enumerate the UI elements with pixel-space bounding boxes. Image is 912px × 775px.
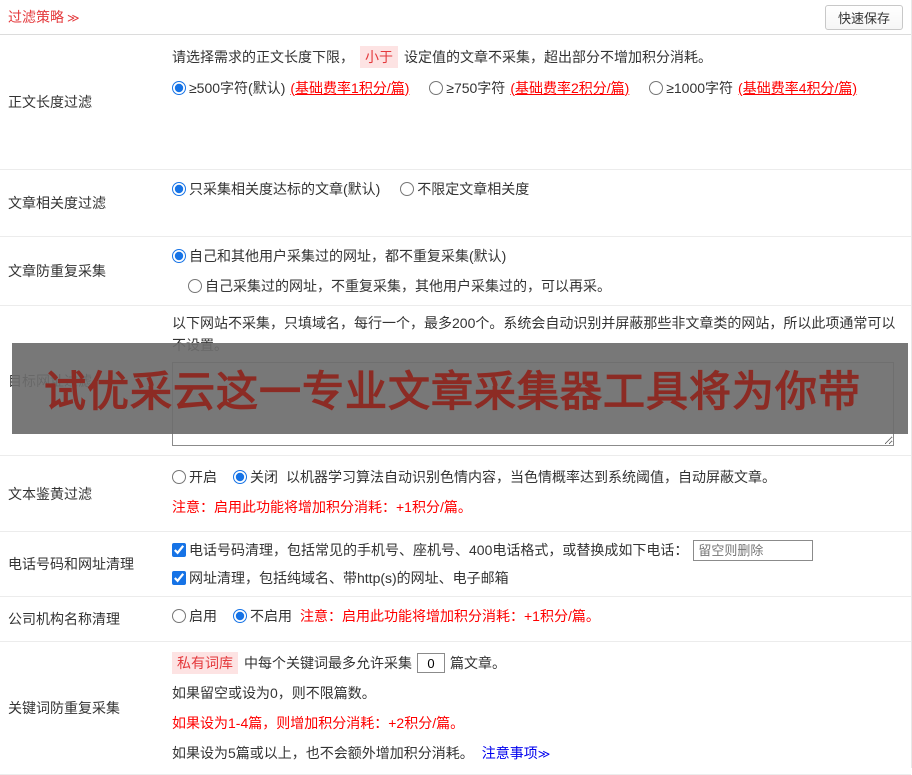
title-collapse-icon[interactable]: ≫ xyxy=(67,11,80,25)
section-label: 关键词防重复采集 xyxy=(8,700,120,716)
option-label: 关闭 xyxy=(250,469,278,485)
option-rate-note: (基础费率2积分/篇) xyxy=(510,79,630,96)
radio-dedup-all-users[interactable] xyxy=(172,249,186,263)
intro-text-after: 设定值的文章不采集，超出部分不增加积分消耗。 xyxy=(404,48,712,65)
option-label: 启用 xyxy=(189,608,217,624)
option-relevance-any[interactable]: 不限定文章相关度 xyxy=(400,174,529,204)
checkbox-url-cleanup[interactable] xyxy=(172,571,186,585)
option-dedup-all-users[interactable]: 自己和其他用户采集过的网址，都不重复采集(默认) xyxy=(172,241,506,271)
option-company-off[interactable]: 不启用 xyxy=(233,606,292,626)
radio-dedup-self-only[interactable] xyxy=(188,279,202,293)
section-relevance-filter: 文章相关度过滤 只采集相关度达标的文章(默认) 不限定文章相关度 xyxy=(0,170,911,237)
option-relevance-only[interactable]: 只采集相关度达标的文章(默认) xyxy=(172,174,380,204)
notice-link-label: 注意事项 xyxy=(481,745,538,761)
option-rate-note: (基础费率4积分/篇) xyxy=(738,79,858,96)
less-than-highlight: 小于 xyxy=(360,45,398,68)
option-phone-cleanup[interactable]: 电话号码清理，包括常见的手机号、座机号、400电话格式，或替换成如下电话： xyxy=(172,540,688,560)
phone-cleanup-line: 电话号码清理，包括常见的手机号、座机号、400电话格式，或替换成如下电话： xyxy=(172,536,903,564)
section-label: 文章防重复采集 xyxy=(8,263,106,279)
section-content: 只采集相关度达标的文章(默认) 不限定文章相关度 xyxy=(172,170,911,236)
keyword-limit-text: 中每个关键词最多允许采集 xyxy=(244,655,412,671)
body-length-intro: 请选择需求的正文长度下限， 小于 设定值的文章不采集，超出部分不增加积分消耗。 xyxy=(172,41,903,72)
option-label: 不启用 xyxy=(250,608,292,624)
radio-1000-chars[interactable] xyxy=(649,80,664,95)
section-content: 自己和其他用户采集过的网址，都不重复采集(默认) 自己采集过的网址，不重复采集，… xyxy=(172,237,911,305)
radio-500-chars[interactable] xyxy=(172,80,186,95)
section-porn-filter: 文本鉴黄过滤 开启 关闭 以机器学习算法自动识别色情内容，当色情概率达到系统阈值… xyxy=(0,456,911,532)
section-label: 电话号码和网址清理 xyxy=(8,556,134,572)
intro-text-before: 请选择需求的正文长度下限， xyxy=(172,48,354,65)
option-label: ≥1000字符 xyxy=(666,79,734,96)
radio-porn-off[interactable] xyxy=(233,470,247,484)
radio-porn-on[interactable] xyxy=(172,470,186,484)
private-lexicon-highlight: 私有词库 xyxy=(172,652,238,674)
top-bar: 过滤策略 ≫ 快速保存 xyxy=(0,0,911,35)
section-dedup-collection: 文章防重复采集 自己和其他用户采集过的网址，都不重复采集(默认) 自己采集过的网… xyxy=(0,237,911,306)
watermark-text: 试优采云这一专业文章采集器工具将为你带 xyxy=(44,368,862,415)
company-cleanup-options: 启用 不启用 注意：启用此功能将增加积分消耗：+1积分/篇。 xyxy=(172,601,903,631)
company-cleanup-warning: 注意：启用此功能将增加积分消耗：+1积分/篇。 xyxy=(300,608,600,624)
option-label: 不限定文章相关度 xyxy=(417,181,530,197)
section-content: 私有词库 中每个关键词最多允许采集 篇文章。 如果留空或设为0，则不限篇数。 如… xyxy=(172,642,911,774)
page-title-group: 过滤策略 ≫ xyxy=(8,7,80,27)
option-porn-on[interactable]: 开启 xyxy=(172,467,217,487)
option-label: 自己采集过的网址，不重复采集，其他用户采集过的，可以再采。 xyxy=(205,278,611,294)
option-porn-off[interactable]: 关闭 xyxy=(233,467,278,487)
watermark-banner: 试优采云这一专业文章采集器工具将为你带 xyxy=(12,343,908,434)
section-label: 正文长度过滤 xyxy=(8,94,92,110)
quick-save-button[interactable]: 快速保存 xyxy=(824,4,903,30)
porn-filter-options: 开启 关闭 以机器学习算法自动识别色情内容，当色情概率达到系统阈值，自动屏蔽文章… xyxy=(172,462,903,492)
radio-750-chars[interactable] xyxy=(429,80,444,95)
keyword-note-free: 如果设为5篇或以上，也不会额外增加积分消耗。 xyxy=(172,745,474,761)
notice-link[interactable]: 注意事项≫ xyxy=(482,743,551,763)
radio-company-on[interactable] xyxy=(172,609,186,623)
radio-company-off[interactable] xyxy=(233,609,247,623)
option-label: ≥500字符(默认) xyxy=(189,79,286,96)
option-url-cleanup[interactable]: 网址清理，包括纯域名、带http(s)的网址、电子邮箱 xyxy=(172,564,509,592)
radio-relevance-only[interactable] xyxy=(172,182,186,196)
option-label: 电话号码清理，包括常见的手机号、座机号、400电话格式，或替换成如下电话： xyxy=(189,542,689,558)
option-label: 开启 xyxy=(189,469,217,485)
section-content: 启用 不启用 注意：启用此功能将增加积分消耗：+1积分/篇。 xyxy=(172,597,911,641)
porn-filter-warning: 注意：启用此功能将增加积分消耗：+1积分/篇。 xyxy=(172,499,472,515)
section-body-length-filter: 正文长度过滤 请选择需求的正文长度下限， 小于 设定值的文章不采集，超出部分不增… xyxy=(0,35,911,170)
checkbox-phone-cleanup[interactable] xyxy=(172,543,186,557)
notice-link-arrow-icon: ≫ xyxy=(537,747,551,761)
section-keyword-dedup: 关键词防重复采集 私有词库 中每个关键词最多允许采集 篇文章。 如果留空或设为0… xyxy=(0,642,911,775)
option-rate-note: (基础费率1积分/篇) xyxy=(290,79,410,96)
option-label: 网址清理，包括纯域名、带http(s)的网址、电子邮箱 xyxy=(189,570,509,586)
section-label: 文本鉴黄过滤 xyxy=(8,485,92,502)
keyword-note-unlimited: 如果留空或设为0，则不限篇数。 xyxy=(172,685,376,701)
porn-filter-description: 以机器学习算法自动识别色情内容，当色情概率达到系统阈值，自动屏蔽文章。 xyxy=(286,469,776,485)
section-label: 文章相关度过滤 xyxy=(8,195,106,211)
section-content: 电话号码清理，包括常见的手机号、座机号、400电话格式，或替换成如下电话： 网址… xyxy=(172,532,911,596)
option-500-chars[interactable]: ≥500字符(默认) (基础费率1积分/篇) xyxy=(172,72,409,103)
option-1000-chars[interactable]: ≥1000字符 (基础费率4积分/篇) xyxy=(649,72,857,103)
keyword-note-free-line: 如果设为5篇或以上，也不会额外增加积分消耗。 注意事项≫ xyxy=(172,738,903,768)
radio-relevance-any[interactable] xyxy=(400,182,415,196)
option-750-chars[interactable]: ≥750字符 (基础费率2积分/篇) xyxy=(429,72,629,103)
section-content: 请选择需求的正文长度下限， 小于 设定值的文章不采集，超出部分不增加积分消耗。 … xyxy=(172,35,911,169)
replacement-phone-input[interactable] xyxy=(693,539,814,561)
keyword-note-cost: 如果设为1-4篇，则增加积分消耗：+2积分/篇。 xyxy=(172,715,465,731)
section-company-name-cleanup: 公司机构名称清理 启用 不启用 注意：启用此功能将增加积分消耗：+1积分/篇。 xyxy=(0,597,911,642)
option-label: ≥750字符 xyxy=(446,79,506,96)
section-phone-url-cleanup: 电话号码和网址清理 电话号码清理，包括常见的手机号、座机号、400电话格式，或替… xyxy=(0,532,911,597)
option-company-on[interactable]: 启用 xyxy=(172,606,217,626)
option-dedup-self-only[interactable]: 自己采集过的网址，不重复采集，其他用户采集过的，可以再采。 xyxy=(188,271,611,301)
page-title: 过滤策略 xyxy=(8,9,64,25)
option-label: 自己和其他用户采集过的网址，都不重复采集(默认) xyxy=(189,248,507,264)
keyword-limit-line: 私有词库 中每个关键词最多允许采集 篇文章。 xyxy=(172,648,903,678)
keyword-limit-text-end: 篇文章。 xyxy=(450,655,506,671)
keyword-count-input[interactable] xyxy=(417,653,445,673)
section-label: 公司机构名称清理 xyxy=(8,611,120,627)
section-content: 开启 关闭 以机器学习算法自动识别色情内容，当色情概率达到系统阈值，自动屏蔽文章… xyxy=(172,456,911,531)
option-label: 只采集相关度达标的文章(默认) xyxy=(189,181,381,197)
